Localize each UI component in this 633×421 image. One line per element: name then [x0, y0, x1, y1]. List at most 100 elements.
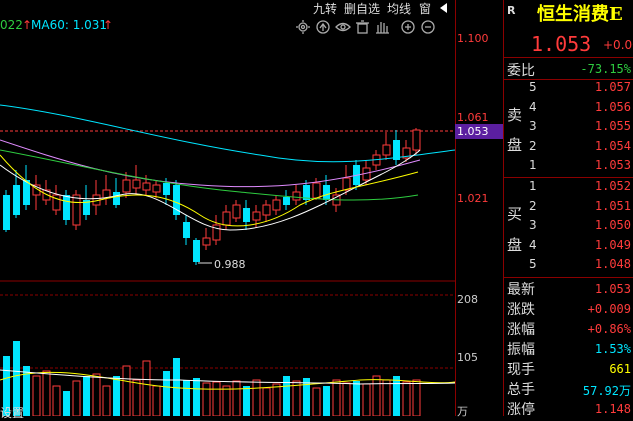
candle-body — [232, 204, 241, 219]
security-name: 恒生消费E — [537, 4, 623, 25]
volume-bar — [312, 387, 321, 416]
sell-level: 1 — [529, 158, 537, 172]
candle-body — [142, 182, 151, 191]
candle-body — [272, 199, 281, 211]
volume-bar — [342, 382, 351, 416]
sell-row-4[interactable]: 4 1.056 — [503, 100, 633, 118]
volume-bar — [252, 379, 261, 416]
sell-row-3[interactable]: 3 1.055 — [503, 119, 633, 137]
candle-body — [412, 129, 421, 151]
candle-body — [113, 192, 120, 205]
sell-row-5[interactable]: 5 1.057 — [503, 80, 633, 98]
low-price-label: 0.988 — [214, 258, 246, 271]
stat-value: 661 — [609, 362, 631, 376]
header-price: 1.053 — [531, 32, 592, 56]
stat-label: 涨跌 — [507, 302, 535, 318]
volume-bar — [32, 375, 41, 416]
vol-tick-105: 105 — [457, 351, 478, 364]
candle-body — [183, 222, 190, 238]
volume-bar — [243, 386, 250, 416]
stat-label: 总手 — [507, 382, 535, 398]
volume-bar — [72, 380, 81, 416]
sell-row-1[interactable]: 1 1.053 — [503, 158, 633, 176]
sell-price: 1.057 — [594, 80, 631, 94]
kline-chart[interactable]: 0.988 — [0, 0, 455, 416]
volume-bar — [332, 379, 341, 416]
volume-bar — [183, 380, 190, 416]
candle-body — [222, 211, 231, 226]
sell-price: 1.053 — [594, 158, 631, 172]
volume-bar — [303, 378, 310, 416]
header-change: +0.00 — [603, 38, 633, 52]
stat-label: 涨幅 — [507, 322, 535, 338]
volume-bar — [92, 373, 101, 416]
volume-bar — [222, 385, 231, 416]
volume-bar — [113, 376, 120, 416]
stat-value: 1.53% — [594, 342, 631, 356]
vol-tick-208: 208 — [457, 293, 478, 306]
stat-value: +0.86% — [587, 322, 631, 336]
candle-body — [63, 195, 70, 220]
volume-bar — [353, 381, 360, 416]
buy-row-3[interactable]: 3 1.050 — [503, 218, 633, 236]
buy-level: 2 — [529, 198, 537, 213]
volume-bar — [63, 391, 70, 416]
volume-bar — [323, 386, 330, 416]
buy-price: 1.052 — [594, 179, 631, 193]
candle-body — [163, 183, 170, 195]
buy-price: 1.051 — [594, 198, 631, 213]
stat-value: +0.009 — [587, 302, 631, 316]
stat-row: 现手 661 — [503, 359, 633, 379]
volume-bar — [42, 370, 51, 416]
candle-body — [382, 144, 391, 156]
candle-body — [13, 185, 20, 215]
buy-row-1[interactable]: 1 1.052 — [503, 179, 633, 197]
tick-1021: 1.021 — [457, 192, 489, 205]
volume-bar — [283, 376, 290, 416]
tick-1100: 1.100 — [457, 32, 489, 45]
weibi-value: -73.15% — [580, 62, 631, 76]
candle-body — [292, 191, 301, 201]
sell-price: 1.056 — [594, 99, 631, 114]
buy-row-2[interactable]: 2 1.051 — [503, 199, 633, 217]
weibi-label: 委比 — [507, 63, 535, 79]
stat-label: 现手 — [507, 362, 535, 378]
stat-label: 振幅 — [507, 342, 535, 358]
volume-bar — [52, 385, 61, 416]
sell-price: 1.054 — [594, 138, 631, 153]
sell-price: 1.055 — [594, 119, 631, 133]
buy-price: 1.050 — [594, 218, 631, 232]
buy-row-5[interactable]: 5 1.048 — [503, 257, 633, 275]
sell-level: 3 — [529, 119, 537, 133]
candle-body — [193, 240, 200, 262]
volume-bar — [262, 387, 271, 416]
sell-level: 4 — [529, 99, 537, 114]
volume-bar — [212, 381, 221, 416]
candle-body — [323, 185, 330, 200]
sell-row-2[interactable]: 2 1.054 — [503, 139, 633, 157]
stat-row: 涨幅 +0.86% — [503, 319, 633, 339]
stat-value: 1.148 — [594, 402, 631, 416]
volume-bar — [102, 385, 111, 416]
quote-panel: R 恒生消费E 1.053 +0.00 委比 -73.15% 卖 盘 51.05… — [503, 0, 633, 418]
candle-body — [152, 184, 161, 193]
stat-row: 最新 1.053 — [503, 279, 633, 299]
stat-value: 1.053 — [594, 282, 631, 296]
volume-bar — [412, 379, 421, 416]
sell-level: 2 — [529, 138, 537, 153]
stat-row: 总手 57.92万 — [503, 379, 633, 399]
volume-bar — [393, 376, 400, 416]
candle-body — [72, 194, 81, 226]
volume-bar — [163, 371, 170, 416]
buy-row-4[interactable]: 4 1.049 — [503, 238, 633, 256]
candle-body — [122, 179, 131, 193]
volume-bar — [122, 365, 131, 416]
volume-bar — [142, 360, 151, 416]
volume-bar — [193, 378, 200, 416]
sell-level: 5 — [529, 80, 537, 94]
volume-bar — [232, 380, 241, 416]
volume-bar — [173, 358, 180, 416]
settings-label[interactable]: 设置 — [0, 404, 24, 421]
price-axis: 1.100 1.061 1.053 1.021 208 105 万 — [455, 0, 503, 418]
candle-body — [243, 208, 250, 222]
